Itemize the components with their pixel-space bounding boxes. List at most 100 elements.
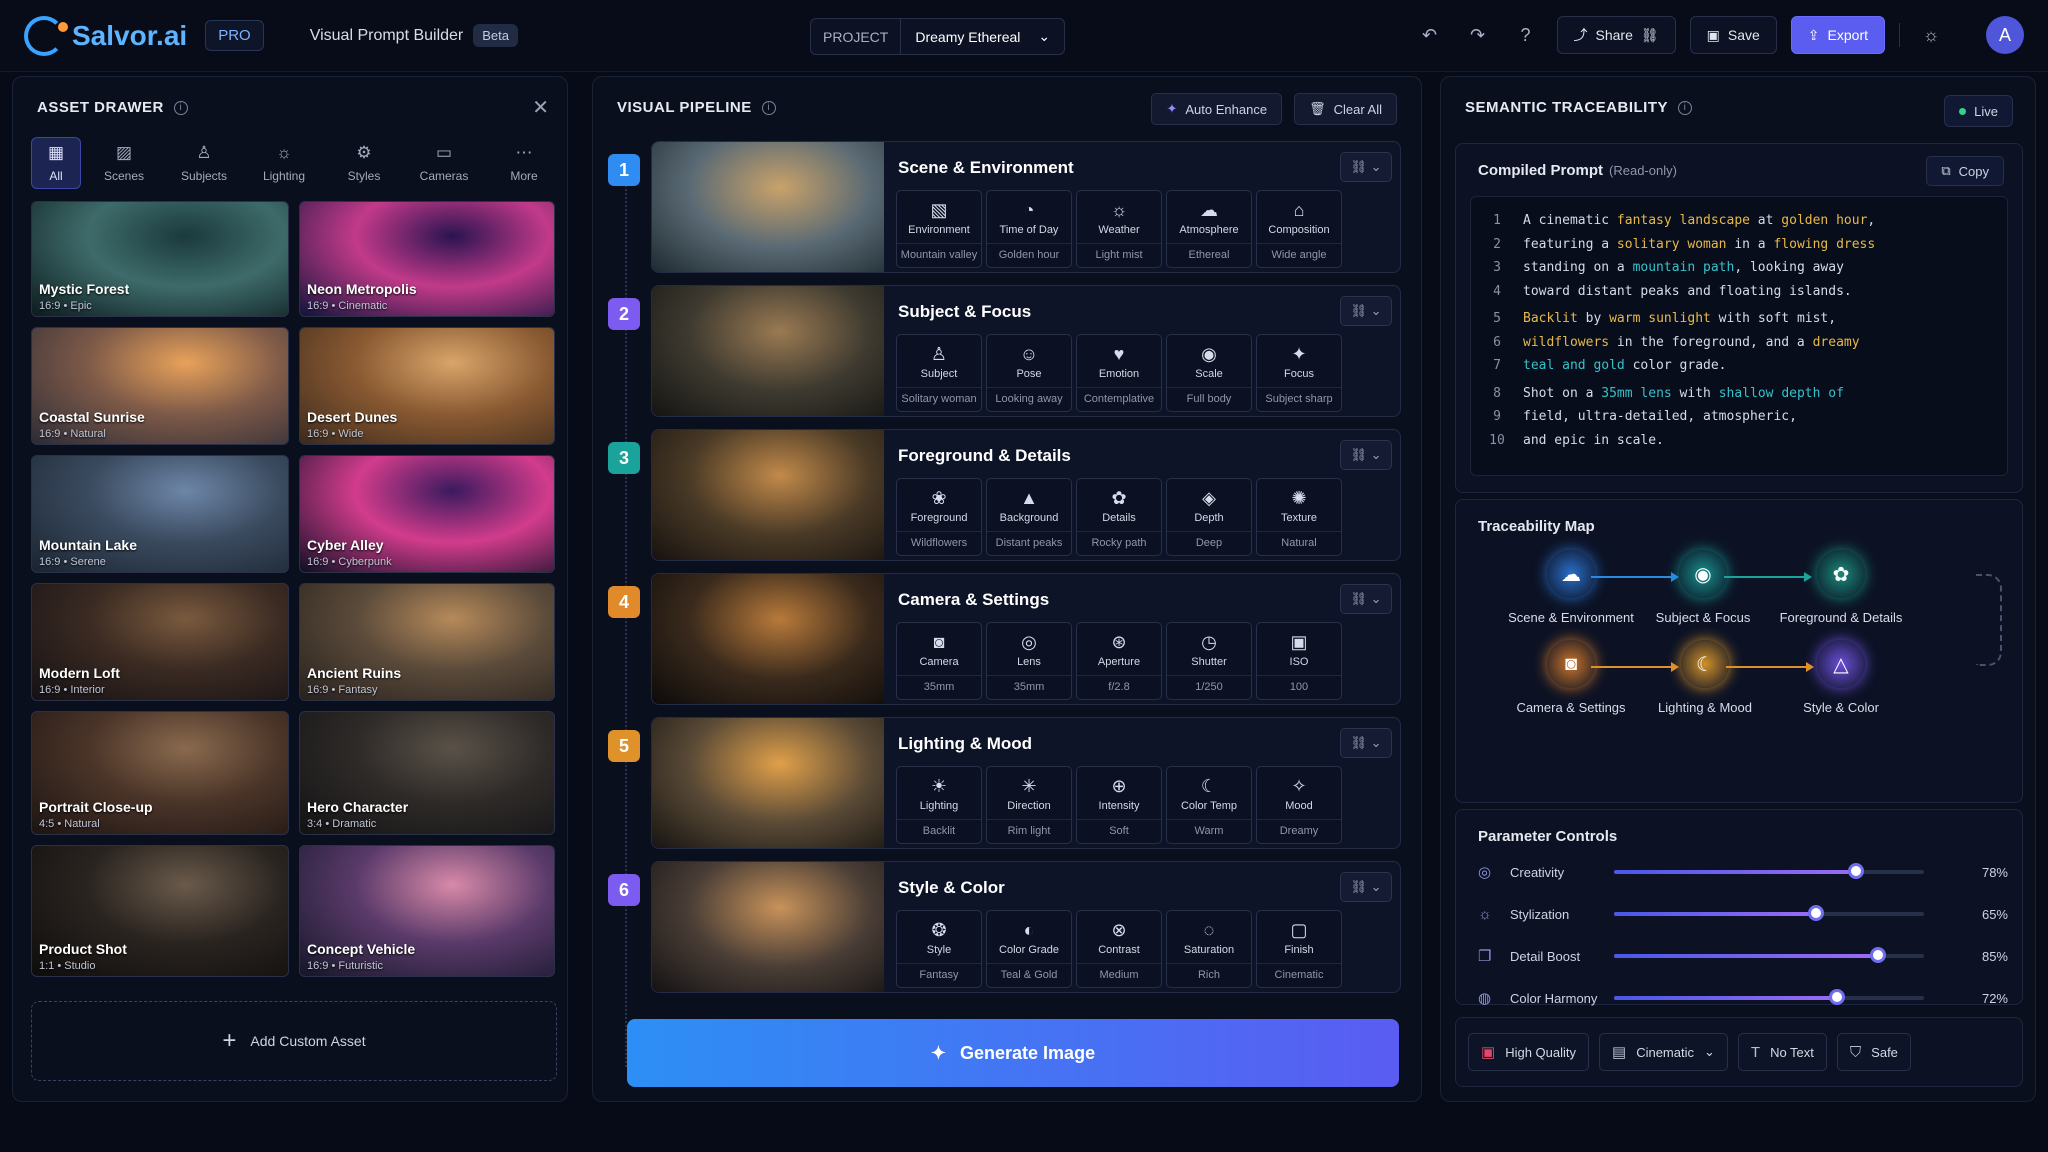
step-thumbnail[interactable] bbox=[652, 718, 884, 848]
link-dropdown-button[interactable]: ⛓ ⌄ bbox=[1340, 440, 1392, 470]
parameter-chip[interactable]: ✺ Texture Natural bbox=[1256, 478, 1342, 556]
parameter-chip[interactable]: ☺ Pose Looking away bbox=[986, 334, 1072, 412]
link-dropdown-button[interactable]: ⛓ ⌄ bbox=[1340, 584, 1392, 614]
parameter-chip[interactable]: ✳ Direction Rim light bbox=[986, 766, 1072, 844]
map-node[interactable]: ✿ Foreground & Details bbox=[1756, 550, 1926, 625]
asset-card[interactable]: Hero Character 3:4 • Dramatic bbox=[299, 711, 555, 835]
asset-card[interactable]: Mystic Forest 16:9 • Epic bbox=[31, 201, 289, 317]
parameter-slider[interactable] bbox=[1614, 989, 1924, 1005]
parameter-chip[interactable]: ◐ Color Grade Teal & Gold bbox=[986, 910, 1072, 988]
parameter-chip[interactable]: ⌂ Composition Wide angle bbox=[1256, 190, 1342, 268]
project-selector[interactable]: PROJECT Dreamy Ethereal ⌄ bbox=[810, 18, 1066, 55]
parameter-chip[interactable]: ☀ Lighting Backlit bbox=[896, 766, 982, 844]
style-dropdown[interactable]: ▤ Cinematic ⌄ bbox=[1599, 1033, 1728, 1071]
parameter-chip[interactable]: ⊕ Intensity Soft bbox=[1076, 766, 1162, 844]
tab-lighting[interactable]: ☼ Lighting bbox=[247, 137, 321, 189]
link-dropdown-button[interactable]: ⛓ ⌄ bbox=[1340, 872, 1392, 902]
parameter-slider[interactable] bbox=[1614, 863, 1924, 879]
parameter-chip[interactable]: ⊛ Aperture f/2.8 bbox=[1076, 622, 1162, 700]
live-badge[interactable]: Live bbox=[1944, 95, 2013, 127]
parameter-chip[interactable]: ❂ Style Fantasy bbox=[896, 910, 982, 988]
tab-all[interactable]: ▦ All bbox=[31, 137, 81, 189]
export-button[interactable]: ⇪ Export bbox=[1790, 16, 1885, 54]
step-thumbnail[interactable] bbox=[652, 574, 884, 704]
parameter-slider[interactable] bbox=[1614, 947, 1924, 963]
parameter-chip[interactable]: ✧ Mood Dreamy bbox=[1256, 766, 1342, 844]
undo-icon[interactable]: ↶ bbox=[1413, 18, 1447, 52]
step-thumbnail[interactable] bbox=[652, 142, 884, 272]
slider-handle[interactable] bbox=[1869, 947, 1886, 963]
parameter-chip[interactable]: ◙ Camera 35mm bbox=[896, 622, 982, 700]
step-number-badge[interactable]: 3 bbox=[608, 442, 640, 474]
help-icon[interactable]: ? bbox=[1509, 18, 1543, 52]
asset-card[interactable]: Desert Dunes 16:9 • Wide bbox=[299, 327, 555, 445]
parameter-chip[interactable]: ♙ Subject Solitary woman bbox=[896, 334, 982, 412]
parameter-chip[interactable]: ◈ Depth Deep bbox=[1166, 478, 1252, 556]
parameter-chip[interactable]: ☁ Atmosphere Ethereal bbox=[1166, 190, 1252, 268]
step-number-badge[interactable]: 5 bbox=[608, 730, 640, 762]
theme-toggle-icon[interactable]: ☼ bbox=[1914, 18, 1948, 52]
step-number-badge[interactable]: 2 bbox=[608, 298, 640, 330]
copy-button[interactable]: ⧉ Copy bbox=[1926, 156, 2004, 186]
link-dropdown-button[interactable]: ⛓ ⌄ bbox=[1340, 296, 1392, 326]
no-text-toggle[interactable]: T No Text bbox=[1737, 1033, 1827, 1071]
asset-card[interactable]: Modern Loft 16:9 • Interior bbox=[31, 583, 289, 701]
redo-icon[interactable]: ↷ bbox=[1461, 18, 1495, 52]
safe-toggle[interactable]: ⛉ Safe bbox=[1836, 1033, 1911, 1071]
parameter-chip[interactable]: ▲ Background Distant peaks bbox=[986, 478, 1072, 556]
high-quality-toggle[interactable]: ▣ High Quality bbox=[1468, 1033, 1589, 1071]
info-icon[interactable]: i bbox=[1678, 100, 1692, 115]
parameter-chip[interactable]: ♥ Emotion Contemplative bbox=[1076, 334, 1162, 412]
asset-card[interactable]: Neon Metropolis 16:9 • Cinematic bbox=[299, 201, 555, 317]
asset-card[interactable]: Product Shot 1:1 • Studio bbox=[31, 845, 289, 977]
slider-handle[interactable] bbox=[1807, 905, 1824, 921]
parameter-chip[interactable]: ◉ Scale Full body bbox=[1166, 334, 1252, 412]
asset-card[interactable]: Portrait Close-up 4:5 • Natural bbox=[31, 711, 289, 835]
asset-card[interactable]: Ancient Ruins 16:9 • Fantasy bbox=[299, 583, 555, 701]
step-number-badge[interactable]: 4 bbox=[608, 586, 640, 618]
parameter-chip[interactable]: ◔ Time of Day Golden hour bbox=[986, 190, 1072, 268]
save-button[interactable]: ▣ Save bbox=[1689, 16, 1777, 54]
auto-enhance-button[interactable]: ✦ Auto Enhance bbox=[1151, 93, 1283, 125]
share-button[interactable]: ⤴ Share ⛓ bbox=[1556, 16, 1676, 54]
asset-card[interactable]: Coastal Sunrise 16:9 • Natural bbox=[31, 327, 289, 445]
asset-card[interactable]: Cyber Alley 16:9 • Cyberpunk bbox=[299, 455, 555, 573]
slider-handle[interactable] bbox=[1847, 863, 1864, 879]
link-dropdown-button[interactable]: ⛓ ⌄ bbox=[1340, 728, 1392, 758]
brand-logo[interactable]: Salvor.ai bbox=[24, 15, 187, 56]
parameter-chip[interactable]: ✦ Focus Subject sharp bbox=[1256, 334, 1342, 412]
parameter-chip[interactable]: ◷ Shutter 1/250 bbox=[1166, 622, 1252, 700]
info-icon[interactable]: i bbox=[761, 100, 776, 115]
parameter-chip[interactable]: ◌ Saturation Rich bbox=[1166, 910, 1252, 988]
tab-cameras[interactable]: ▭ Cameras bbox=[407, 137, 481, 189]
step-thumbnail[interactable] bbox=[652, 862, 884, 992]
add-custom-asset-button[interactable]: + Add Custom Asset bbox=[31, 1001, 557, 1081]
parameter-chip[interactable]: ⊗ Contrast Medium bbox=[1076, 910, 1162, 988]
parameter-chip[interactable]: ◎ Lens 35mm bbox=[986, 622, 1072, 700]
avatar[interactable]: A bbox=[1986, 16, 2024, 54]
tab-more[interactable]: ⋯ More bbox=[487, 137, 561, 189]
map-node[interactable]: △ Style & Color bbox=[1756, 640, 1926, 715]
parameter-slider[interactable] bbox=[1614, 905, 1924, 921]
info-icon[interactable]: i bbox=[173, 100, 188, 115]
link-dropdown-button[interactable]: ⛓ ⌄ bbox=[1340, 152, 1392, 182]
parameter-chip[interactable]: ❀ Foreground Wildflowers bbox=[896, 478, 982, 556]
step-number-badge[interactable]: 1 bbox=[608, 154, 640, 186]
parameter-chip[interactable]: ☼ Weather Light mist bbox=[1076, 190, 1162, 268]
parameter-chip[interactable]: ☾ Color Temp Warm bbox=[1166, 766, 1252, 844]
step-number-badge[interactable]: 6 bbox=[608, 874, 640, 906]
step-thumbnail[interactable] bbox=[652, 430, 884, 560]
parameter-chip[interactable]: ▣ ISO 100 bbox=[1256, 622, 1342, 700]
tab-styles[interactable]: ⚙ Styles bbox=[327, 137, 401, 189]
tab-scenes[interactable]: ▨ Scenes bbox=[87, 137, 161, 189]
generate-image-button[interactable]: ✦ Generate Image bbox=[627, 1019, 1399, 1087]
asset-card[interactable]: Concept Vehicle 16:9 • Futuristic bbox=[299, 845, 555, 977]
step-thumbnail[interactable] bbox=[652, 286, 884, 416]
parameter-chip[interactable]: ▧ Environment Mountain valley bbox=[896, 190, 982, 268]
close-icon[interactable]: ✕ bbox=[532, 95, 549, 120]
parameter-chip[interactable]: ▢ Finish Cinematic bbox=[1256, 910, 1342, 988]
parameter-chip[interactable]: ✿ Details Rocky path bbox=[1076, 478, 1162, 556]
slider-handle[interactable] bbox=[1829, 989, 1846, 1005]
asset-card[interactable]: Mountain Lake 16:9 • Serene bbox=[31, 455, 289, 573]
clear-all-button[interactable]: 🗑 Clear All bbox=[1294, 93, 1397, 125]
